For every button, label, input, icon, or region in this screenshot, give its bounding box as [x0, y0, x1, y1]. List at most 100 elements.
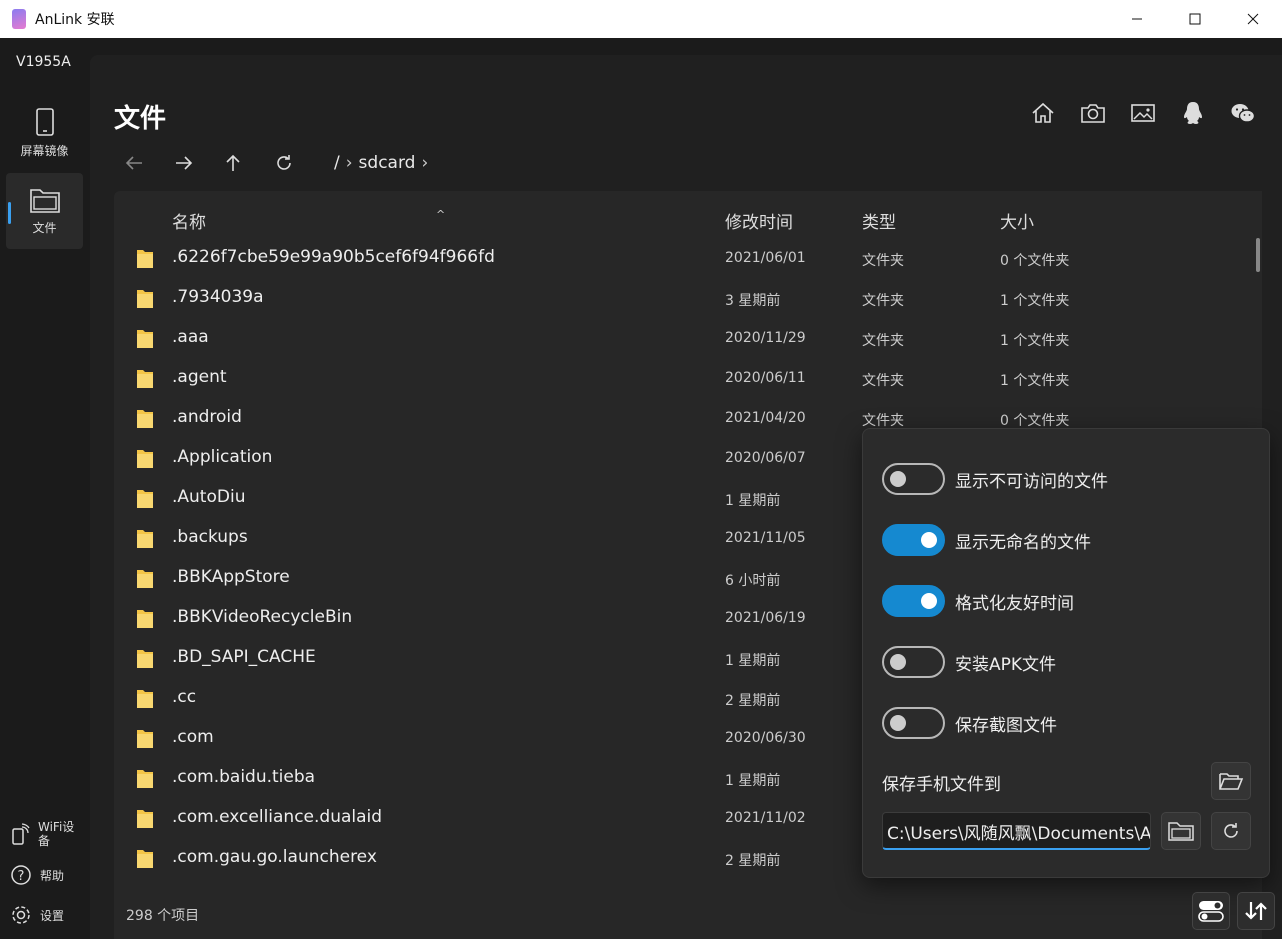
folder-icon [137, 730, 153, 748]
file-name: .AutoDiu [172, 487, 246, 507]
image-icon [1131, 104, 1155, 122]
title-bar: AnLink 安联 [0, 0, 1282, 38]
file-modified: 2021/11/05 [725, 530, 806, 546]
file-name: .BBKVideoRecycleBin [172, 607, 353, 627]
chevron-right-icon: › [421, 153, 429, 173]
home-icon [1032, 102, 1054, 123]
file-modified: 2 星期前 [725, 693, 781, 709]
file-modified: 2020/06/11 [725, 370, 806, 386]
nav-item-help[interactable]: ? 帮助 [10, 864, 64, 886]
folder-icon [137, 410, 153, 428]
table-row[interactable]: .aaa 2020/11/29 文件夹 1 个文件夹 [114, 318, 1262, 358]
gallery-button[interactable] [1126, 99, 1160, 127]
wifi-phone-icon [12, 823, 30, 845]
file-name: .agent [172, 367, 227, 387]
toggle-row: 安装APK文件 [882, 646, 1056, 678]
nav-item-files[interactable]: 文件 [6, 173, 83, 249]
screenshot-button[interactable] [1076, 99, 1110, 127]
toggle-label: 格式化友好时间 [955, 593, 1074, 614]
file-name: .android [172, 407, 242, 427]
wechat-button[interactable] [1226, 99, 1260, 127]
folder-icon [137, 610, 153, 628]
sort-button[interactable] [1237, 892, 1275, 930]
column-name[interactable]: 名称 [172, 208, 206, 233]
toggle-row: 保存截图文件 [882, 707, 1057, 739]
folder-icon [137, 450, 153, 468]
nav-item-screen-mirror[interactable]: 屏幕镜像 [6, 95, 83, 171]
file-size: 1 个文件夹 [1000, 373, 1070, 389]
save-location-label: 保存手机文件到 [882, 775, 1001, 795]
file-name: .cc [172, 687, 197, 707]
file-name: .aaa [172, 327, 209, 347]
breadcrumb-sdcard[interactable]: sdcard [359, 153, 416, 173]
folder-icon [1168, 822, 1194, 841]
nav-item-settings[interactable]: 设置 [10, 904, 64, 926]
file-modified: 1 星期前 [725, 773, 781, 789]
toggle-switch[interactable] [882, 646, 945, 678]
toggle-switch[interactable] [882, 585, 945, 617]
app-logo-icon [12, 9, 26, 29]
table-row[interactable]: .7934039a 3 星期前 文件夹 1 个文件夹 [114, 278, 1262, 318]
file-name: .6226f7cbe59e99a90b5cef6f94f966fd [172, 247, 495, 267]
arrow-up-icon [226, 154, 240, 171]
home-button[interactable] [1026, 99, 1060, 127]
close-button[interactable] [1224, 0, 1282, 38]
camera-icon [1081, 104, 1105, 123]
file-name: .Application [172, 447, 273, 467]
toggle-label: 保存截图文件 [955, 715, 1057, 736]
scrollbar[interactable] [1256, 238, 1260, 272]
wechat-icon [1231, 104, 1256, 123]
path-bar: / › sdcard › [124, 151, 434, 175]
file-modified: 2020/06/30 [725, 730, 806, 746]
table-row[interactable]: .6226f7cbe59e99a90b5cef6f94f966fd 2021/06… [114, 238, 1262, 278]
folder-icon [137, 650, 153, 668]
page-title: 文件 [114, 104, 167, 134]
file-modified: 2021/06/19 [725, 610, 806, 626]
svg-text:?: ? [18, 869, 25, 884]
reset-path-button[interactable] [1211, 812, 1251, 850]
file-modified: 2021/06/01 [725, 250, 806, 266]
help-icon: ? [11, 865, 31, 885]
file-name: .BD_SAPI_CACHE [172, 647, 316, 667]
breadcrumb: / › sdcard › [334, 153, 434, 173]
folder-icon [137, 810, 153, 828]
refresh-button[interactable] [274, 153, 324, 173]
column-type[interactable]: 类型 [862, 208, 896, 233]
file-type: 文件夹 [862, 373, 904, 389]
maximize-icon [1189, 13, 1201, 25]
nav-item-wifi-device[interactable]: WiFi设备 [10, 820, 82, 848]
file-modified: 1 星期前 [725, 653, 781, 669]
table-row[interactable]: .agent 2020/06/11 文件夹 1 个文件夹 [114, 358, 1262, 398]
column-modified[interactable]: 修改时间 [725, 208, 793, 233]
toggle-label: 显示不可访问的文件 [955, 471, 1108, 492]
back-button[interactable] [124, 155, 174, 171]
folder-icon [29, 189, 60, 213]
toggle-switches-icon [1198, 901, 1224, 922]
item-count: 298 个项目 [126, 908, 200, 924]
selected-indicator [8, 202, 11, 224]
nav-item-label: 帮助 [40, 868, 65, 883]
toggle-switch[interactable] [882, 463, 945, 495]
maximize-button[interactable] [1166, 0, 1224, 38]
settings-toggle-button[interactable] [1192, 892, 1230, 930]
column-header: ^ 名称 修改时间 类型 大小 [114, 191, 1262, 241]
up-button[interactable] [224, 153, 274, 173]
nav-item-label: WiFi设备 [38, 820, 75, 848]
file-size: 1 个文件夹 [1000, 293, 1070, 309]
save-path-field[interactable]: C:\Users\风随风飘\Documents\AnLink [882, 812, 1151, 850]
file-name: .backups [172, 527, 248, 547]
toggle-label: 安装APK文件 [955, 654, 1057, 675]
toggle-switch[interactable] [882, 707, 945, 739]
qq-button[interactable] [1176, 99, 1210, 127]
toggle-label: 显示无命名的文件 [955, 532, 1091, 553]
browse-folder-button[interactable] [1161, 812, 1201, 850]
open-folder-button[interactable] [1211, 762, 1251, 800]
folder-icon [137, 330, 153, 348]
file-modified: 6 小时前 [725, 573, 781, 589]
breadcrumb-root[interactable]: / [334, 153, 340, 173]
minimize-button[interactable] [1108, 0, 1166, 38]
forward-button[interactable] [174, 155, 224, 171]
column-size[interactable]: 大小 [1000, 208, 1034, 233]
toggle-row: 显示无命名的文件 [882, 524, 1091, 556]
toggle-switch[interactable] [882, 524, 945, 556]
